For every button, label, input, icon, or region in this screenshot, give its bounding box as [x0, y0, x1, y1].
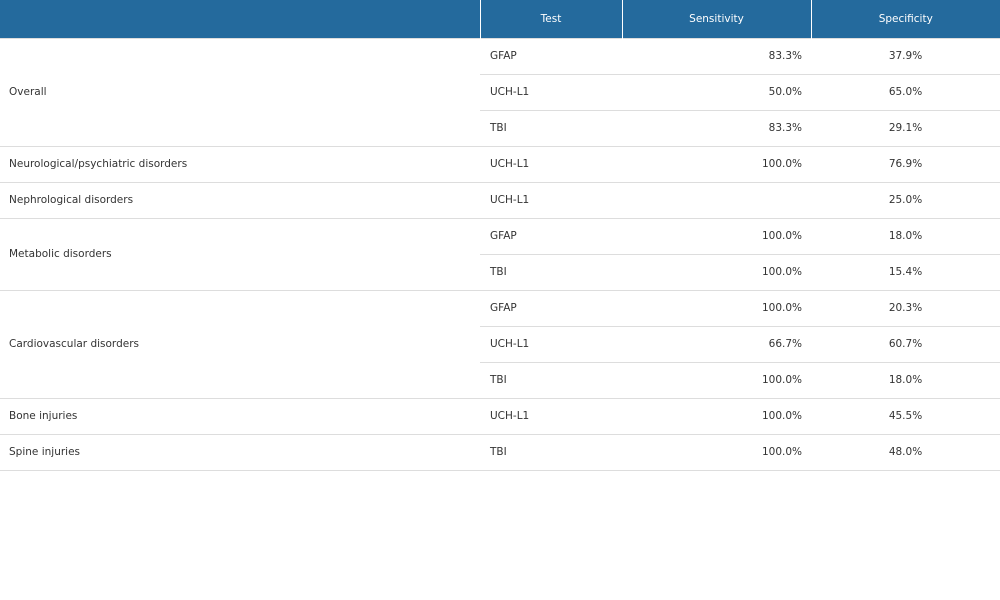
test-name: GFAP	[480, 37, 622, 74]
sensitivity-value: 100.0%	[622, 361, 811, 398]
test-name: GFAP	[480, 217, 622, 254]
test-name: UCH-L1	[480, 73, 622, 110]
sensitivity-value: 100.0%	[622, 397, 811, 434]
table-row: Overall GFAP 83.3% 37.9%	[0, 37, 1000, 146]
sensitivity-value: 83.3%	[622, 37, 811, 74]
test-name: TBI	[480, 253, 622, 290]
specificity-value: 15.4%	[811, 253, 1000, 290]
header-group	[0, 0, 480, 38]
specificity-value: 25.0%	[811, 181, 1000, 218]
table-row: Cardiovascular disorders GFAP 100.0% 20.3%	[0, 289, 1000, 398]
sensitivity-value: 100.0%	[622, 145, 811, 182]
group-label: Bone injuries	[0, 397, 480, 434]
specificity-value: 18.0%	[811, 217, 1000, 254]
header-row: Test Sensitivity Specificity	[0, 0, 1000, 38]
specificity-value: 29.1%	[811, 109, 1000, 146]
sensitivity-value: 66.7%	[622, 325, 811, 362]
results-table: Test Sensitivity Specificity Overall GFAP…	[0, 0, 1000, 471]
table-row: Neurological/psychiatric disorders UCH-L1…	[0, 145, 1000, 182]
test-name: UCH-L1	[480, 325, 622, 362]
table-body: Overall GFAP 83.3% 37.9% UCH-L1 50.0% 65.0% TBI…	[0, 37, 1000, 471]
group-label: Metabolic disorders	[0, 217, 480, 290]
table-row: Bone injuries UCH-L1 100.0% 45.5%	[0, 397, 1000, 434]
specificity-value: 20.3%	[811, 289, 1000, 326]
group-label: Neurological/psychiatric disorders	[0, 145, 480, 182]
specificity-value: 45.5%	[811, 397, 1000, 434]
specificity-value: 60.7%	[811, 325, 1000, 362]
test-name: TBI	[480, 433, 622, 471]
table-row: Nephrological disorders UCH-L1 25.0%	[0, 181, 1000, 218]
test-name: UCH-L1	[480, 181, 622, 218]
test-name: UCH-L1	[480, 145, 622, 182]
group-label: Overall	[0, 37, 480, 146]
table-row: Spine injuries TBI 100.0% 48.0%	[0, 433, 1000, 471]
table-row: Metabolic disorders GFAP 100.0% 18.0%	[0, 217, 1000, 290]
test-name: GFAP	[480, 289, 622, 326]
table-header: Test Sensitivity Specificity	[0, 0, 1000, 38]
test-name: TBI	[480, 361, 622, 398]
sensitivity-value: 50.0%	[622, 73, 811, 110]
sensitivity-value: 100.0%	[622, 217, 811, 254]
header-sensitivity: Sensitivity	[621, 0, 811, 38]
specificity-value: 76.9%	[811, 145, 1000, 182]
header-test: Test	[479, 0, 622, 38]
test-name: UCH-L1	[480, 397, 622, 434]
header-specificity: Specificity	[810, 0, 1000, 38]
specificity-value: 18.0%	[811, 361, 1000, 398]
sensitivity-value: 83.3%	[622, 109, 811, 146]
sensitivity-value: 100.0%	[622, 289, 811, 326]
specificity-value: 65.0%	[811, 73, 1000, 110]
group-label: Cardiovascular disorders	[0, 289, 480, 398]
sensitivity-value: 100.0%	[622, 433, 811, 471]
group-label: Spine injuries	[0, 433, 480, 471]
sensitivity-value: 100.0%	[622, 253, 811, 290]
specificity-value: 48.0%	[811, 433, 1000, 471]
group-label: Nephrological disorders	[0, 181, 480, 218]
test-name: TBI	[480, 109, 622, 146]
specificity-value: 37.9%	[811, 37, 1000, 74]
sensitivity-value	[622, 181, 811, 218]
